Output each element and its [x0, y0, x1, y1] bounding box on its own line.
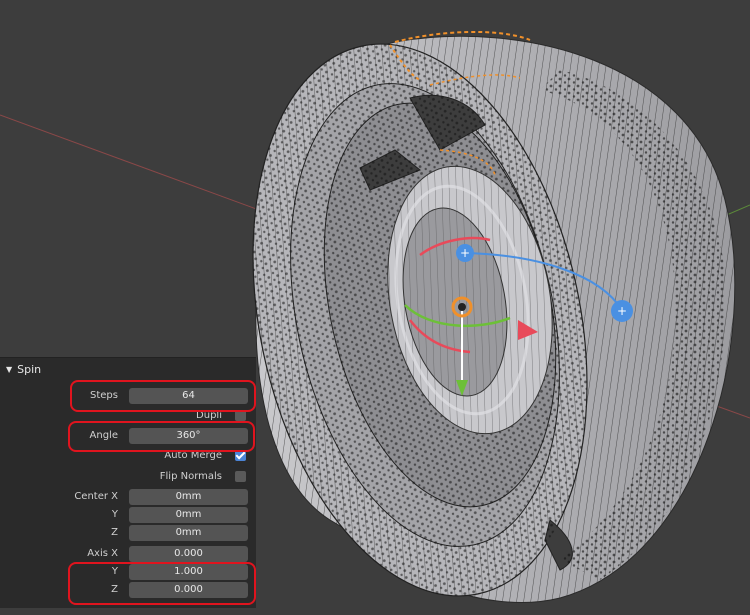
- center-x-field[interactable]: 0mm: [129, 489, 248, 505]
- spin-operator-panel: ▼ Spin Steps 64 Dupli Angle 360° Auto Mer…: [0, 357, 256, 608]
- center-z-label: Z: [111, 527, 118, 538]
- panel-title: Spin: [17, 363, 42, 376]
- steps-row: Steps 64: [0, 387, 256, 405]
- flip-normals-checkbox[interactable]: [235, 471, 246, 482]
- axis-y-label: Y: [111, 566, 118, 577]
- axis-y-row: Y 1.000: [0, 563, 256, 581]
- center-z-row: Z 0mm: [0, 524, 256, 542]
- axis-z-label: Z: [111, 584, 118, 595]
- axis-z-row: Z 0.000: [0, 581, 256, 599]
- axis-z-field[interactable]: 0.000: [129, 582, 248, 598]
- axis-x-label: Axis X: [87, 548, 118, 559]
- svg-text:+: +: [460, 246, 470, 260]
- collapse-triangle-icon[interactable]: ▼: [6, 365, 12, 374]
- steps-label: Steps: [90, 390, 118, 401]
- svg-text:+: +: [617, 304, 627, 318]
- angle-label: Angle: [89, 430, 118, 441]
- axis-y-field[interactable]: 1.000: [129, 564, 248, 580]
- angle-field[interactable]: 360°: [129, 428, 248, 444]
- wheel-mesh[interactable]: [205, 13, 736, 615]
- center-x-label: Center X: [74, 491, 118, 502]
- center-x-row: Center X 0mm: [0, 488, 256, 506]
- steps-field[interactable]: 64: [129, 388, 248, 404]
- center-z-field[interactable]: 0mm: [129, 525, 248, 541]
- center-y-row: Y 0mm: [0, 506, 256, 524]
- angle-row: Angle 360°: [0, 427, 256, 445]
- center-y-field[interactable]: 0mm: [129, 507, 248, 523]
- flip-normals-label: Flip Normals: [159, 471, 222, 482]
- dupli-label: Dupli: [196, 410, 222, 421]
- dupli-row: Dupli: [0, 407, 256, 425]
- auto-merge-label: Auto Merge: [164, 450, 222, 461]
- x-axis-line: [0, 114, 301, 226]
- panel-header[interactable]: ▼ Spin: [6, 363, 41, 377]
- dupli-checkbox[interactable]: [235, 410, 246, 421]
- auto-merge-checkbox[interactable]: [235, 450, 246, 461]
- axis-x-row: Axis X 0.000: [0, 545, 256, 563]
- auto-merge-row: Auto Merge: [0, 447, 256, 465]
- center-y-label: Y: [111, 509, 118, 520]
- flip-normals-row: Flip Normals: [0, 468, 256, 486]
- axis-x-field[interactable]: 0.000: [129, 546, 248, 562]
